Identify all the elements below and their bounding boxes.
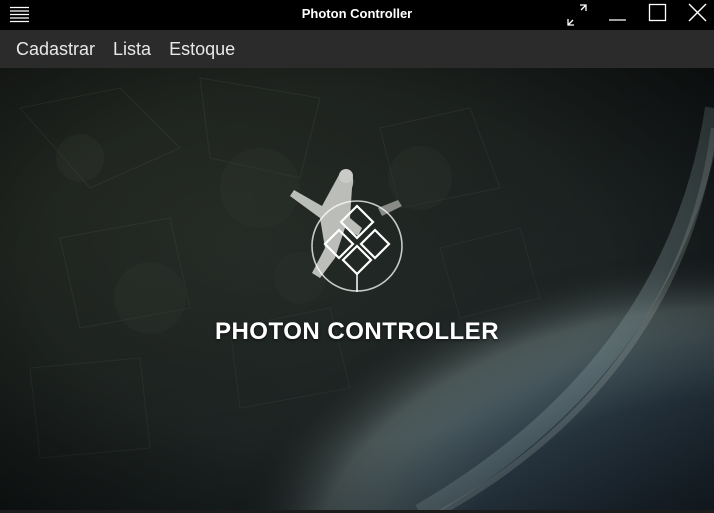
- minimize-icon: [609, 19, 626, 21]
- menu-item-cadastrar[interactable]: Cadastrar: [7, 30, 104, 68]
- app-window: Photon Controller Cadastrar Lista Estoqu…: [0, 0, 714, 513]
- menu-item-lista[interactable]: Lista: [104, 30, 160, 68]
- maximize-icon: [648, 3, 667, 22]
- close-icon: [688, 3, 707, 22]
- hamburger-menu-icon[interactable]: [10, 6, 29, 23]
- splash-area: PHOTON CONTROLLER: [0, 68, 714, 513]
- menu-item-estoque[interactable]: Estoque: [160, 30, 244, 68]
- fullscreen-button[interactable]: [558, 0, 598, 30]
- photon-diamond-logo-icon: [307, 196, 407, 296]
- close-button[interactable]: [677, 0, 714, 30]
- maximize-button[interactable]: [637, 0, 677, 30]
- brand-title: PHOTON CONTROLLER: [214, 318, 500, 345]
- fullscreen-icon: [567, 4, 587, 26]
- title-bar[interactable]: Photon Controller: [0, 0, 714, 30]
- menu-bar: Cadastrar Lista Estoque: [0, 30, 714, 68]
- minimize-button[interactable]: [598, 0, 638, 30]
